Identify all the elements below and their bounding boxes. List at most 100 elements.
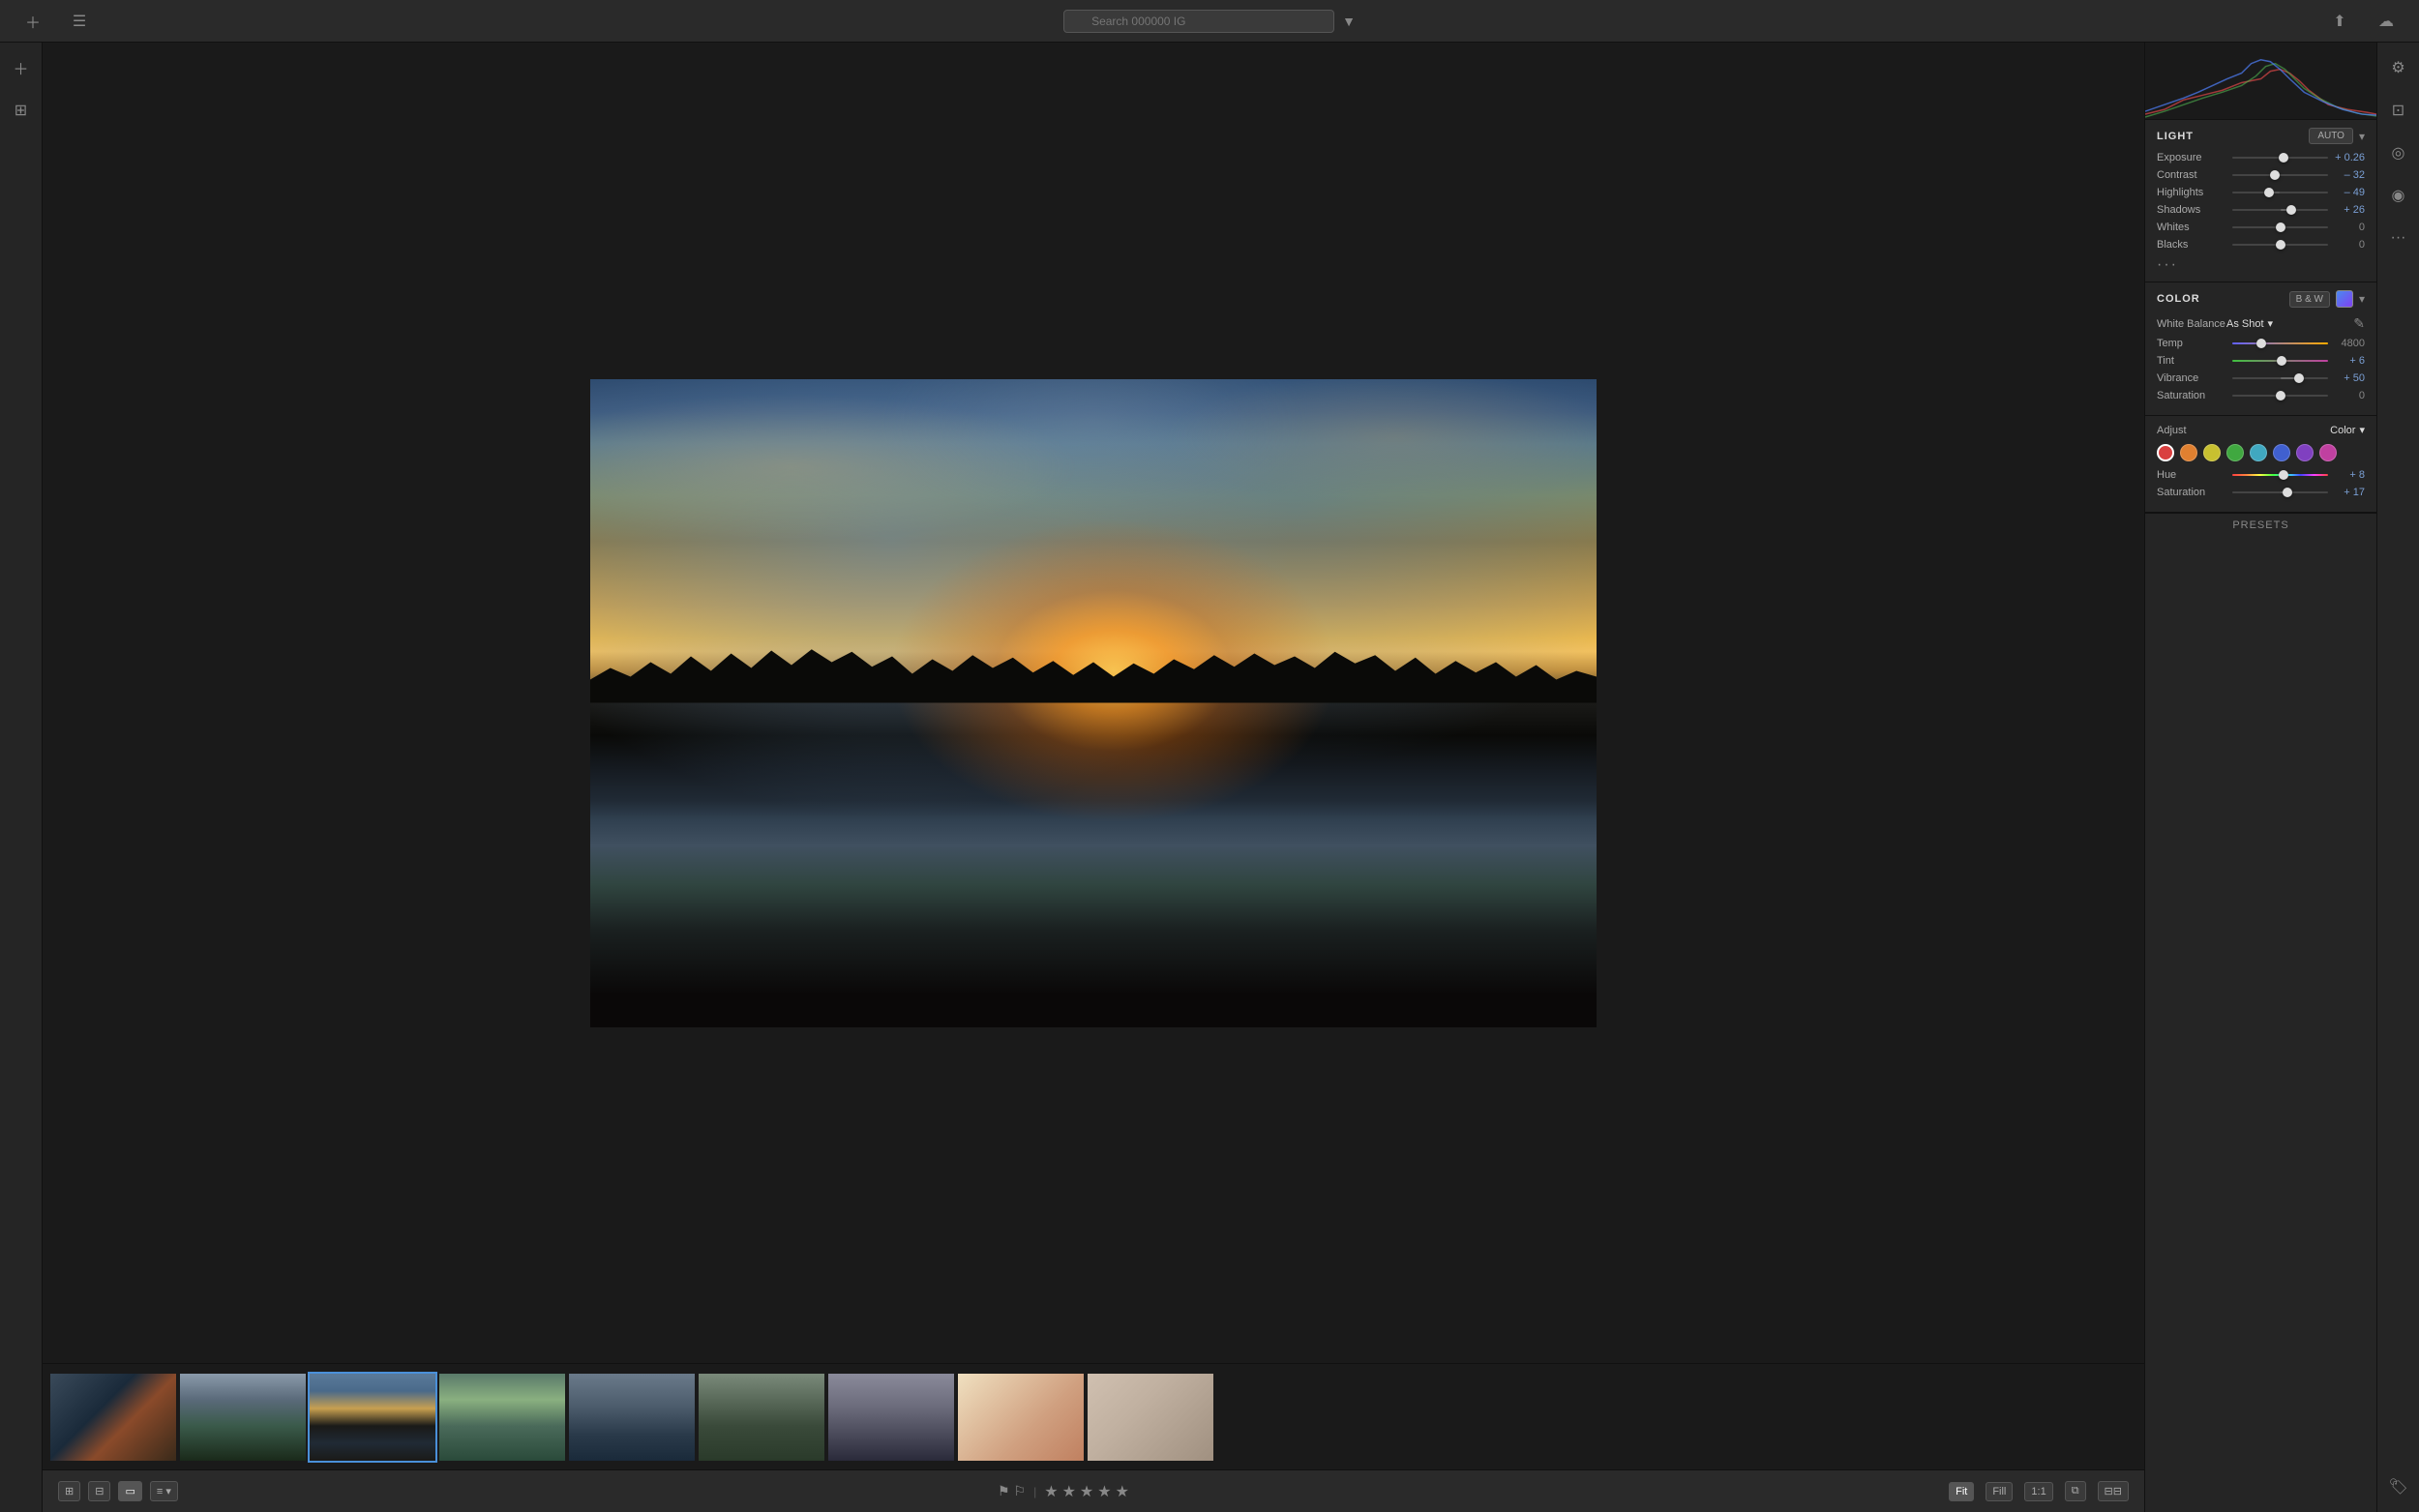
- color-circle-blue[interactable]: [2273, 444, 2290, 461]
- panels-button[interactable]: ⊟⊟: [2098, 1481, 2129, 1501]
- star-5[interactable]: ★: [1116, 1482, 1129, 1501]
- temp-track[interactable]: [2232, 342, 2328, 344]
- add-icon[interactable]: ＋: [15, 4, 50, 39]
- search-input[interactable]: [1063, 10, 1334, 33]
- share-icon[interactable]: ⬆: [2322, 4, 2357, 39]
- grid-medium-view-button[interactable]: ⊟: [88, 1481, 110, 1501]
- adjust-panel-icon[interactable]: ⚙: [2381, 50, 2416, 85]
- eyedropper-icon[interactable]: ✎: [2353, 315, 2365, 332]
- color-circle-purple[interactable]: [2296, 444, 2314, 461]
- color-circle-orange[interactable]: [2180, 444, 2197, 461]
- color-circle-green[interactable]: [2226, 444, 2244, 461]
- top-bar: ＋ ☰ 🔍 ▼ ⬆ ☁: [0, 0, 2419, 43]
- filmstrip-item[interactable]: [828, 1374, 954, 1461]
- adjust-dropdown[interactable]: Color ▾: [2330, 424, 2365, 436]
- bw-button[interactable]: B & W: [2289, 291, 2330, 308]
- star-4[interactable]: ★: [1097, 1482, 1111, 1501]
- saturation-label: Saturation: [2157, 390, 2226, 401]
- color-swatch[interactable]: [2336, 290, 2353, 308]
- filmstrip-item[interactable]: [699, 1374, 824, 1461]
- contrast-track[interactable]: [2232, 174, 2328, 176]
- grid-view-icon[interactable]: ⊞: [4, 93, 39, 128]
- highlights-track[interactable]: [2232, 192, 2328, 193]
- sort-button[interactable]: ≡ ▾: [150, 1481, 178, 1501]
- light-auto-button[interactable]: AUTO: [2309, 128, 2353, 144]
- cloud-icon[interactable]: ☁: [2369, 4, 2404, 39]
- adjust-saturation-track[interactable]: [2232, 491, 2328, 493]
- star-2[interactable]: ★: [1062, 1482, 1076, 1501]
- image-viewer: [43, 43, 2144, 1363]
- grid-small-view-button[interactable]: ⊞: [58, 1481, 80, 1501]
- shadows-track[interactable]: [2232, 209, 2328, 211]
- collections-icon[interactable]: ☰: [62, 4, 97, 39]
- white-balance-label: White Balance: [2157, 318, 2226, 330]
- color-section: COLOR B & W ▾ White Balance As Shot ▾ ✎ …: [2145, 282, 2376, 416]
- main-photo: [590, 379, 1597, 1027]
- highlights-label: Highlights: [2157, 187, 2226, 198]
- tint-track[interactable]: [2232, 360, 2328, 362]
- white-balance-dropdown[interactable]: As Shot ▾: [2226, 317, 2353, 330]
- reject-flag-button[interactable]: ⚐: [1014, 1483, 1027, 1499]
- color-circle-pink[interactable]: [2319, 444, 2337, 461]
- whites-track[interactable]: [2232, 226, 2328, 228]
- star-1[interactable]: ★: [1044, 1482, 1058, 1501]
- radial-icon[interactable]: ◉: [2381, 178, 2416, 213]
- one-to-one-button[interactable]: 1:1: [2024, 1482, 2052, 1501]
- shadows-value: + 26: [2334, 204, 2365, 216]
- filmstrip-item[interactable]: [50, 1374, 176, 1461]
- hue-label: Hue: [2157, 469, 2226, 481]
- light-expand-icon[interactable]: ▾: [2359, 130, 2365, 143]
- heal-icon[interactable]: ◎: [2381, 135, 2416, 170]
- saturation-value: 0: [2334, 390, 2365, 401]
- compare-button[interactable]: ⧉: [2065, 1481, 2086, 1501]
- crop-icon[interactable]: ⊡: [2381, 93, 2416, 128]
- more-icon[interactable]: ···: [2381, 221, 2416, 255]
- flag-button[interactable]: ⚑: [998, 1483, 1010, 1499]
- whites-value: 0: [2334, 222, 2365, 233]
- color-circle-red[interactable]: [2157, 444, 2174, 461]
- light-section-title: LIGHT: [2157, 131, 2194, 142]
- fit-button[interactable]: Fit: [1949, 1482, 1974, 1501]
- blacks-value: 0: [2334, 239, 2365, 251]
- filmstrip-item[interactable]: [180, 1374, 306, 1461]
- exposure-track[interactable]: [2232, 157, 2328, 159]
- filmstrip-item[interactable]: [310, 1374, 435, 1461]
- filmstrip-item[interactable]: [569, 1374, 695, 1461]
- bottom-toolbar: ⊞ ⊟ ▭ ≡ ▾ ⚑ ⚐ | ★ ★ ★ ★ ★ Fit Fill 1:1 ⧉…: [43, 1469, 2144, 1512]
- histogram-chart: [2145, 43, 2376, 119]
- white-balance-row: White Balance As Shot ▾ ✎: [2157, 315, 2365, 332]
- white-balance-value: As Shot: [2226, 318, 2264, 330]
- right-sidebar: ⚙ ⊡ ◎ ◉ ··· 🏷: [2376, 43, 2419, 1512]
- filmstrip-item[interactable]: [439, 1374, 565, 1461]
- color-expand-icon[interactable]: ▾: [2359, 292, 2365, 306]
- tag-icon[interactable]: 🏷: [2381, 1469, 2416, 1504]
- filter-icon[interactable]: ▼: [1342, 14, 1356, 29]
- vibrance-track[interactable]: [2232, 377, 2328, 379]
- saturation-track[interactable]: [2232, 395, 2328, 397]
- single-view-button[interactable]: ▭: [118, 1481, 141, 1501]
- shadows-label: Shadows: [2157, 204, 2226, 216]
- color-circle-yellow[interactable]: [2203, 444, 2221, 461]
- add-photo-icon[interactable]: ＋: [4, 50, 39, 85]
- tint-value: + 6: [2334, 355, 2365, 367]
- star-3[interactable]: ★: [1080, 1482, 1093, 1501]
- more-options-button[interactable]: ···: [2157, 256, 2365, 274]
- filmstrip-item[interactable]: [1088, 1374, 1213, 1461]
- color-circle-teal[interactable]: [2250, 444, 2267, 461]
- adjust-label: Adjust: [2157, 425, 2187, 436]
- highlights-row: Highlights – 49: [2157, 187, 2365, 198]
- vibrance-value: + 50: [2334, 372, 2365, 384]
- divider: |: [1033, 1485, 1036, 1498]
- light-section-header: LIGHT AUTO ▾: [2157, 128, 2365, 144]
- filmstrip-item[interactable]: [958, 1374, 1084, 1461]
- presets-footer[interactable]: Presets: [2145, 513, 2376, 537]
- exposure-row: Exposure + 0.26: [2157, 152, 2365, 163]
- blacks-track[interactable]: [2232, 244, 2328, 246]
- fill-button[interactable]: Fill: [1986, 1482, 2013, 1501]
- chevron-down-icon: ▾: [2268, 317, 2274, 330]
- hue-track[interactable]: [2232, 474, 2328, 476]
- temp-label: Temp: [2157, 338, 2226, 349]
- adjust-value: Color: [2330, 425, 2355, 436]
- zoom-controls: Fit Fill 1:1 ⧉ ⊟⊟: [1949, 1481, 2129, 1501]
- top-bar-left: ＋ ☰: [15, 4, 97, 39]
